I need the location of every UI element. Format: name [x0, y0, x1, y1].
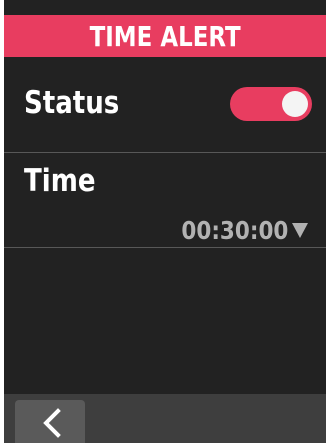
- back-button[interactable]: [15, 400, 85, 443]
- chevron-left-icon: [43, 408, 61, 438]
- title-bar: TIME ALERT: [4, 15, 326, 57]
- divider: [4, 247, 326, 248]
- time-row[interactable]: Time 00:30:00: [4, 153, 326, 247]
- time-alert-screen: TIME ALERT Status Time 00:30:00: [4, 0, 326, 443]
- status-row: Status: [4, 57, 326, 152]
- footer-bar: [4, 394, 326, 443]
- triangle-down-icon[interactable]: [292, 223, 308, 238]
- status-toggle[interactable]: [230, 87, 312, 121]
- time-value[interactable]: 00:30:00: [181, 216, 288, 245]
- page-title: TIME ALERT: [89, 19, 241, 53]
- time-label: Time: [24, 163, 96, 199]
- status-label: Status: [24, 85, 120, 121]
- toggle-knob: [282, 91, 308, 117]
